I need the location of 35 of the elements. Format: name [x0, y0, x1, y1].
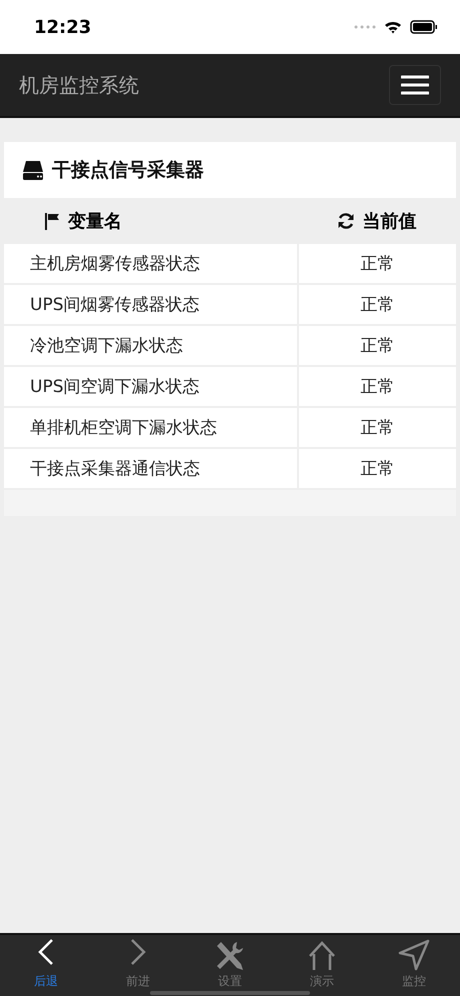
- table-cell: 正常: [299, 367, 456, 406]
- table-cell: UPS间烟雾传感器状态: [4, 285, 297, 324]
- refresh-icon: [336, 212, 354, 230]
- panel-title: 干接点信号采集器: [52, 158, 204, 183]
- column-header: 变量名: [68, 210, 122, 233]
- table-cell: 正常: [299, 408, 456, 447]
- tools-icon: [216, 941, 244, 971]
- tab-bar-item[interactable]: 设置: [184, 935, 276, 996]
- table-cell: 主机房烟雾传感器状态: [4, 244, 297, 283]
- tab-bar-item[interactable]: 监控: [368, 935, 460, 996]
- drive-icon: [22, 159, 44, 181]
- wifi-icon: [384, 20, 402, 34]
- table-cell: UPS间空调下漏水状态: [4, 367, 297, 406]
- battery-icon: [410, 20, 438, 34]
- menu-icon: [401, 75, 429, 95]
- menu-button[interactable]: [389, 65, 441, 105]
- tab-bar-item[interactable]: 后退: [0, 935, 92, 996]
- status-time: 12:23: [34, 16, 92, 38]
- home-icon: [308, 941, 336, 971]
- table-cell: 冷池空调下漏水状态: [4, 326, 297, 365]
- chevron-right-icon: [130, 938, 146, 966]
- tab-bar-item[interactable]: 演示: [276, 935, 368, 996]
- navigation-arrow-icon: [398, 939, 430, 971]
- flag-icon: [44, 212, 60, 230]
- signal-icon: [354, 24, 376, 30]
- table-cell: 正常: [299, 244, 456, 283]
- chevron-left-icon: [38, 938, 54, 966]
- column-header: 当前值: [362, 210, 416, 233]
- table-cell: 正常: [299, 449, 456, 488]
- tab-bar-item[interactable]: 前进: [92, 935, 184, 996]
- table-cell: 干接点采集器通信状态: [4, 449, 297, 488]
- app-title: 机房监控系统: [19, 72, 139, 98]
- table-cell: 正常: [299, 285, 456, 324]
- table-cell: 正常: [299, 326, 456, 365]
- table-cell: 单排机柜空调下漏水状态: [4, 408, 297, 447]
